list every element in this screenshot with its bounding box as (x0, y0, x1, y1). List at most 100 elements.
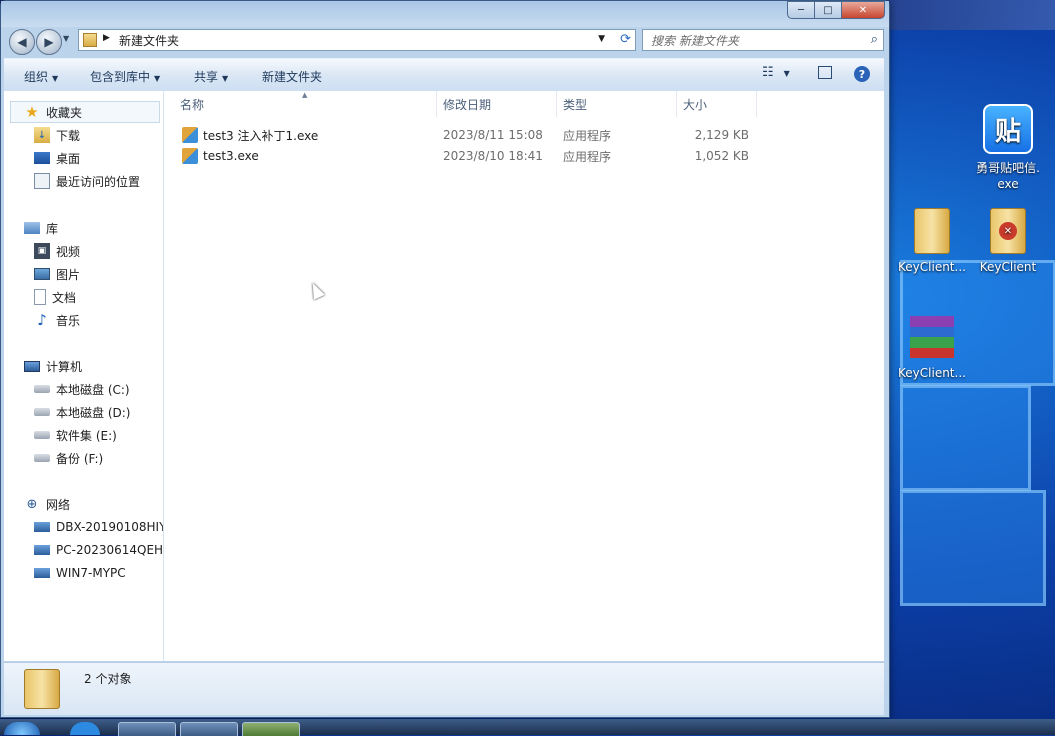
wallpaper-pane (900, 490, 1046, 606)
command-bar: 组织 ▼ 包含到库中 ▼ 共享 ▼ 新建文件夹 ☷ ▼ ? (4, 58, 884, 92)
desktop-icon-label: KeyClient... (898, 366, 966, 380)
sidebar-item-downloads[interactable]: ↓ 下载 (34, 125, 80, 145)
sidebar-item-drive-f[interactable]: 备份 (F:) (34, 448, 103, 468)
application-icon (182, 127, 198, 143)
mouse-cursor-icon (307, 280, 325, 300)
maximize-button[interactable]: □ (814, 1, 842, 19)
folder-icon (24, 669, 60, 709)
sidebar-item-documents[interactable]: 文档 (34, 287, 76, 307)
desktop-icon (34, 152, 50, 164)
star-icon: ★ (25, 103, 39, 121)
column-header-modified[interactable]: 修改日期 (437, 91, 557, 117)
network-computer-icon (34, 545, 50, 555)
sidebar-group-computer[interactable]: 计算机 (24, 356, 82, 376)
sidebar-item-recent-places[interactable]: 最近访问的位置 (34, 171, 140, 191)
refresh-icon[interactable]: ⟳ (620, 32, 631, 47)
desktop-icon-label: 勇哥贴吧信.exe (976, 161, 1040, 191)
sidebar-item-videos[interactable]: ▣ 视频 (34, 241, 80, 261)
desktop-icon-tieba[interactable]: 贴 勇哥贴吧信.exe (968, 104, 1048, 192)
file-row[interactable]: test3.exe 2023/8/10 18:41 应用程序 1,052 KB (180, 146, 780, 166)
chevron-down-icon: ▼ (154, 74, 161, 83)
sidebar-group-network[interactable]: ⊕ 网络 (24, 494, 70, 514)
search-input[interactable]: 搜索 新建文件夹 ⌕ (642, 29, 884, 51)
folder-icon (914, 208, 950, 254)
sidebar-item-network-computer[interactable]: WIN7-MYPC (34, 563, 126, 583)
new-folder-button[interactable]: 新建文件夹 (262, 68, 322, 85)
desktop-icon-label: KeyClient (979, 260, 1037, 274)
taskbar-window-button[interactable] (180, 722, 238, 736)
desktop-icon-keyclient-folder[interactable]: KeyClient... (896, 208, 968, 274)
share-menu[interactable]: 共享 ▼ (194, 68, 228, 85)
forward-button[interactable]: ▶ (36, 29, 62, 55)
search-icon[interactable]: ⌕ (871, 32, 878, 47)
desktop-icon-keyclient-archive[interactable]: ✕ KeyClient (976, 208, 1040, 274)
desktop-icon-keyclient-rar[interactable]: KeyClient... (896, 316, 968, 380)
archive-folder-icon: ✕ (990, 208, 1026, 254)
sidebar-item-network-computer[interactable]: DBX-20190108HIY (34, 517, 163, 537)
hard-drive-icon (34, 408, 50, 416)
preview-pane-icon[interactable] (818, 66, 832, 79)
file-name-cell[interactable]: test3.exe (182, 146, 259, 166)
document-icon (34, 289, 46, 305)
file-size-cell: 1,052 KB (694, 149, 749, 163)
sidebar-group-favorites[interactable]: ★ 收藏夹 (24, 102, 82, 122)
file-row[interactable]: test3 注入补丁1.exe 2023/8/11 15:08 应用程序 2,1… (180, 125, 780, 145)
music-note-icon: ♪ (37, 311, 47, 329)
include-in-library-menu[interactable]: 包含到库中 ▼ (90, 68, 160, 85)
sidebar-item-drive-e[interactable]: 软件集 (E:) (34, 425, 117, 445)
sidebar-item-music[interactable]: ♪ 音乐 (34, 310, 80, 330)
sidebar-item-pictures[interactable]: 图片 (34, 264, 80, 284)
details-pane: 2 个对象 (4, 662, 884, 715)
organize-menu[interactable]: 组织 ▼ (24, 68, 58, 85)
downloads-folder-icon: ↓ (34, 127, 50, 143)
tieba-app-icon: 贴 (983, 104, 1033, 154)
search-placeholder: 搜索 新建文件夹 (651, 33, 739, 48)
library-icon (24, 222, 40, 234)
file-modified-cell: 2023/8/11 15:08 (443, 128, 543, 142)
file-type-cell: 应用程序 (563, 128, 612, 143)
file-size-cell: 2,129 KB (694, 128, 749, 142)
sidebar-item-drive-d[interactable]: 本地磁盘 (D:) (34, 402, 130, 422)
breadcrumb-current-folder[interactable]: 新建文件夹 (119, 32, 179, 49)
folder-icon (83, 33, 97, 47)
back-button[interactable]: ◀ (9, 29, 35, 55)
recent-places-icon (34, 173, 50, 189)
application-icon (182, 148, 198, 164)
video-icon: ▣ (34, 243, 50, 259)
network-computer-icon (34, 568, 50, 578)
address-dropdown-icon[interactable]: ▼ (598, 34, 605, 44)
desktop-icon-label: KeyClient... (898, 260, 966, 274)
column-header-name[interactable]: 名称 (164, 91, 437, 117)
start-button[interactable] (4, 722, 40, 735)
item-count: 2 个对象 (84, 672, 132, 686)
chevron-down-icon: ▼ (52, 74, 59, 83)
system-drive-icon (34, 385, 50, 393)
breadcrumb-arrow-icon[interactable]: ▶ (103, 33, 110, 43)
network-computer-icon (34, 522, 50, 532)
view-options-icon[interactable]: ☷ ▼ (762, 65, 790, 80)
taskbar-window-button[interactable] (242, 722, 300, 736)
recent-pages-dropdown[interactable]: ▼ (63, 34, 69, 43)
help-icon[interactable]: ? (854, 66, 870, 82)
file-name-cell[interactable]: test3 注入补丁1.exe (182, 125, 318, 145)
navigation-pane: ★ 收藏夹 ↓ 下载 桌面 最近访问的位置 库 ▣ 视频 图片 文档 ♪ 音乐 计算机 … (4, 91, 164, 661)
wallpaper-pane (900, 385, 1031, 491)
minimize-button[interactable]: ─ (787, 1, 815, 19)
sidebar-item-network-computer[interactable]: PC-20230614QEHO (34, 540, 163, 560)
hard-drive-icon (34, 431, 50, 439)
computer-icon (24, 360, 40, 372)
file-list: ▲ 名称 修改日期 类型 大小 test3 注入补丁1.exe 2023/8/1… (164, 91, 884, 661)
sidebar-item-drive-c[interactable]: 本地磁盘 (C:) (34, 379, 130, 399)
sidebar-group-libraries[interactable]: 库 (24, 218, 58, 238)
close-button[interactable]: ✕ (841, 1, 885, 19)
sidebar-item-desktop[interactable]: 桌面 (34, 148, 80, 168)
pictures-icon (34, 268, 50, 280)
column-header-size[interactable]: 大小 (677, 91, 757, 117)
column-header-type[interactable]: 类型 (557, 91, 677, 117)
taskbar-window-button[interactable] (118, 722, 176, 736)
hard-drive-icon (34, 454, 50, 462)
title-bar[interactable]: ─ □ ✕ (1, 1, 889, 27)
address-bar[interactable]: ▶ 新建文件夹 ▼ ⟳ (78, 29, 636, 51)
chevron-down-icon: ▼ (222, 74, 229, 83)
network-icon: ⊕ (26, 496, 38, 512)
